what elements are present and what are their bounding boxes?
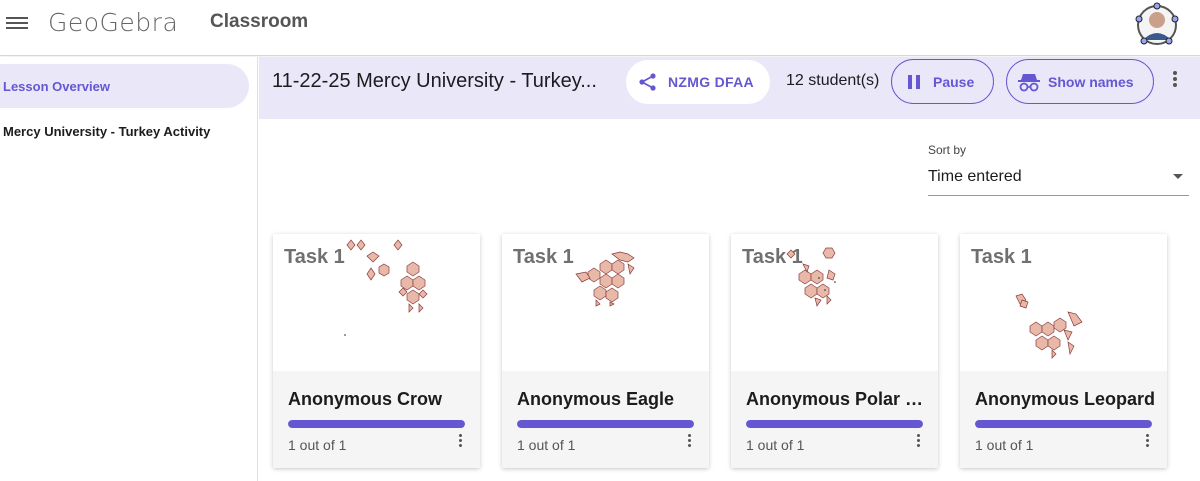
student-card[interactable]: Task 1 Anonymous Leopard 1 out of 1 — [960, 234, 1167, 468]
show-names-label: Show names — [1048, 74, 1134, 90]
share-icon — [639, 73, 656, 91]
student-card[interactable]: Task 1 Anonymous Eagle 1 out of 1 — [502, 234, 709, 468]
progress-bar — [517, 420, 694, 428]
progress-bar — [975, 420, 1152, 428]
sidebar-item-lesson-overview[interactable]: Lesson Overview — [0, 64, 249, 108]
card-task-label: Task 1 — [513, 246, 574, 268]
geogebra-logo-mark: GeoGebra — [48, 8, 178, 37]
card-task-label: Task 1 — [742, 246, 803, 268]
progress-text: 1 out of 1 — [517, 437, 576, 453]
card-footer: Anonymous Crow 1 out of 1 — [273, 371, 480, 468]
card-thumbnail: Task 1 — [960, 234, 1167, 371]
more-vert-icon[interactable] — [913, 432, 923, 452]
progress-fill — [288, 420, 465, 428]
progress-fill — [746, 420, 923, 428]
student-card[interactable]: Task 1 Anonymous Polar B... 1 out of 1 — [731, 234, 938, 468]
student-name: Anonymous Eagle — [517, 389, 675, 409]
pause-label: Pause — [933, 74, 975, 90]
class-code: NZMG DFAA — [668, 74, 754, 90]
avatar[interactable] — [1134, 2, 1180, 48]
dropdown-caret-icon — [1173, 174, 1183, 179]
svg-text:GeoGebra: GeoGebra — [48, 8, 178, 37]
more-vert-icon[interactable] — [1142, 432, 1152, 452]
card-thumbnail: Task 1 — [502, 234, 709, 371]
pause-icon — [908, 75, 920, 89]
progress-fill — [975, 420, 1152, 428]
student-name: Anonymous Leopard — [975, 389, 1155, 409]
incognito-icon — [1018, 74, 1040, 92]
sort-value: Time entered — [928, 168, 1022, 185]
menu-icon[interactable] — [6, 14, 28, 32]
progress-bar — [288, 420, 465, 428]
sidebar-item-activity[interactable]: Mercy University - Turkey Activity — [0, 109, 249, 153]
more-vert-icon[interactable] — [684, 432, 694, 452]
card-thumbnail: Task 1 — [273, 234, 480, 371]
student-name: Anonymous Crow — [288, 389, 443, 409]
progress-text: 1 out of 1 — [288, 437, 347, 453]
sidebar-item-label: Mercy University - Turkey Activity — [3, 123, 211, 139]
card-footer: Anonymous Leopard 1 out of 1 — [960, 371, 1167, 468]
card-footer: Anonymous Polar B... 1 out of 1 — [731, 371, 938, 468]
sidebar-item-label: Lesson Overview — [3, 78, 110, 94]
student-name: Anonymous Polar B... — [746, 389, 926, 409]
lesson-header: 11-22-25 Mercy University - Turkey... NZ… — [259, 57, 1200, 119]
student-card[interactable]: Task 1 Anonymous Crow 1 out of 1 — [273, 234, 480, 468]
more-vert-icon[interactable] — [455, 432, 465, 452]
sidebar: Lesson Overview Mercy University - Turke… — [0, 57, 258, 481]
sort-select[interactable]: Time entered — [928, 162, 1189, 196]
sort-label: Sort by — [928, 143, 967, 157]
card-task-label: Task 1 — [971, 246, 1032, 268]
app-bar: GeoGebra Classroom — [0, 0, 1200, 56]
card-thumbnail: Task 1 — [731, 234, 938, 371]
geogebra-logo[interactable]: GeoGebra — [48, 6, 198, 46]
progress-bar — [746, 420, 923, 428]
show-names-button[interactable]: Show names — [1006, 59, 1154, 104]
card-footer: Anonymous Eagle 1 out of 1 — [502, 371, 709, 468]
app-name: Classroom — [210, 11, 309, 32]
share-code-button[interactable]: NZMG DFAA — [626, 60, 770, 104]
card-task-label: Task 1 — [284, 246, 345, 268]
progress-text: 1 out of 1 — [975, 437, 1034, 453]
more-vert-icon[interactable] — [1169, 69, 1181, 91]
pause-button[interactable]: Pause — [891, 59, 994, 104]
progress-fill — [517, 420, 694, 428]
student-count: 12 student(s) — [786, 72, 880, 89]
progress-text: 1 out of 1 — [746, 437, 805, 453]
lesson-title: 11-22-25 Mercy University - Turkey... — [272, 70, 597, 92]
